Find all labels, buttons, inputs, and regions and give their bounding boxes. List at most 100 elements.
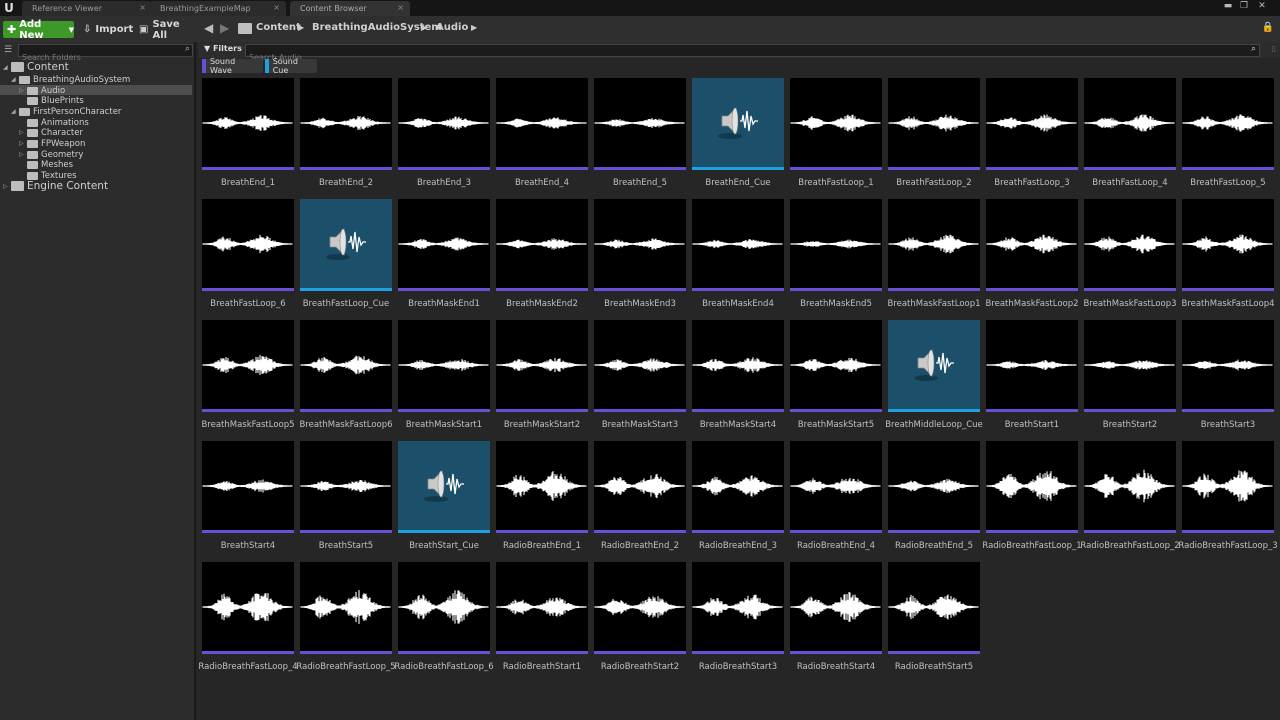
asset-tile[interactable]: BreathFastLoop_5 <box>1178 74 1274 188</box>
chevron-right-icon[interactable]: ▶ <box>421 23 427 32</box>
asset-thumbnail[interactable] <box>790 199 882 291</box>
asset-tile[interactable]: BreathStart3 <box>1178 316 1274 430</box>
asset-thumbnail[interactable] <box>202 441 294 533</box>
asset-thumbnail[interactable] <box>692 441 784 533</box>
asset-tile[interactable]: BreathEnd_Cue <box>688 74 784 188</box>
asset-tile[interactable]: RadioBreathEnd_5 <box>884 437 980 551</box>
asset-tile[interactable]: BreathEnd_4 <box>492 74 588 188</box>
asset-thumbnail[interactable] <box>398 78 490 170</box>
asset-thumbnail[interactable] <box>594 78 686 170</box>
asset-thumbnail[interactable] <box>496 562 588 654</box>
tree-item[interactable]: ◢ FirstPersonCharacter <box>11 106 121 117</box>
asset-tile[interactable]: BreathMaskEnd5 <box>786 195 882 309</box>
asset-tile[interactable]: RadioBreathStart5 <box>884 558 980 672</box>
sources-toggle-icon[interactable]: ☰ <box>4 45 16 56</box>
asset-tile[interactable]: BreathStart4 <box>198 437 294 551</box>
asset-tile[interactable]: BreathMaskStart1 <box>394 316 490 430</box>
tab-reference-viewer[interactable]: Reference Viewer × <box>22 1 152 16</box>
asset-tile[interactable]: BreathMaskStart3 <box>590 316 686 430</box>
asset-thumbnail[interactable] <box>692 320 784 412</box>
asset-tile[interactable]: RadioBreathFastLoop_4 <box>198 558 298 672</box>
asset-thumbnail[interactable] <box>594 562 686 654</box>
asset-tile[interactable]: BreathMaskEnd3 <box>590 195 686 309</box>
asset-tile[interactable]: BreathMaskStart5 <box>786 316 882 430</box>
collapsed-arrow-icon[interactable]: ▷ <box>19 129 26 136</box>
import-button[interactable]: ⇩ Import <box>83 21 133 38</box>
maximize-icon[interactable]: ❐ <box>1238 1 1250 12</box>
asset-thumbnail[interactable] <box>1084 199 1176 291</box>
chevron-right-icon[interactable]: ▶ <box>298 23 304 32</box>
asset-tile[interactable]: RadioBreathFastLoop_3 <box>1178 437 1278 551</box>
asset-thumbnail[interactable] <box>594 199 686 291</box>
asset-tile[interactable]: BreathMaskFastLoop4 <box>1178 195 1275 309</box>
tab-breathing-example-map[interactable]: BreathingExampleMap × <box>150 1 286 16</box>
asset-tile[interactable]: BreathMaskEnd1 <box>394 195 490 309</box>
close-window-icon[interactable]: ✕ <box>1256 1 1268 12</box>
asset-tile[interactable]: BreathFastLoop_1 <box>786 74 882 188</box>
asset-tile[interactable]: BreathFastLoop_3 <box>982 74 1078 188</box>
asset-tile[interactable]: BreathMaskFastLoop2 <box>982 195 1079 309</box>
asset-thumbnail[interactable] <box>692 78 784 170</box>
asset-tile[interactable]: BreathStart5 <box>296 437 392 551</box>
asset-thumbnail[interactable] <box>496 320 588 412</box>
forward-arrow-icon[interactable]: ▶ <box>220 21 229 35</box>
asset-thumbnail[interactable] <box>1182 320 1274 412</box>
asset-tile[interactable]: BreathMiddleLoop_Cue <box>884 316 983 430</box>
asset-tile[interactable]: RadioBreathFastLoop_6 <box>394 558 494 672</box>
asset-tile[interactable]: BreathFastLoop_4 <box>1080 74 1176 188</box>
asset-thumbnail[interactable] <box>1182 78 1274 170</box>
asset-thumbnail[interactable] <box>300 441 392 533</box>
asset-tile[interactable]: BreathEnd_3 <box>394 74 490 188</box>
asset-thumbnail[interactable] <box>986 199 1078 291</box>
tree-item[interactable]: ▷ Engine Content <box>3 179 108 193</box>
asset-thumbnail[interactable] <box>692 199 784 291</box>
asset-thumbnail[interactable] <box>888 320 980 412</box>
expanded-arrow-icon[interactable]: ◢ <box>3 64 10 71</box>
asset-thumbnail[interactable] <box>398 562 490 654</box>
asset-thumbnail[interactable] <box>986 320 1078 412</box>
asset-thumbnail[interactable] <box>1084 320 1176 412</box>
collapsed-arrow-icon[interactable]: ▷ <box>3 183 10 190</box>
asset-thumbnail[interactable] <box>1084 441 1176 533</box>
asset-thumbnail[interactable] <box>300 78 392 170</box>
asset-tile[interactable]: RadioBreathEnd_3 <box>688 437 784 551</box>
asset-tile[interactable]: BreathMaskFastLoop3 <box>1080 195 1177 309</box>
asset-tile[interactable]: RadioBreathStart3 <box>688 558 784 672</box>
asset-tile[interactable]: RadioBreathEnd_1 <box>492 437 588 551</box>
asset-thumbnail[interactable] <box>888 78 980 170</box>
asset-thumbnail[interactable] <box>300 320 392 412</box>
asset-tile[interactable]: RadioBreathEnd_4 <box>786 437 882 551</box>
asset-thumbnail[interactable] <box>986 78 1078 170</box>
add-new-button[interactable]: ✚ Add New ▼ <box>3 19 74 41</box>
asset-thumbnail[interactable] <box>496 78 588 170</box>
asset-thumbnail[interactable] <box>790 78 882 170</box>
lock-icon[interactable]: ▯ <box>1272 44 1276 53</box>
asset-tile[interactable]: BreathMaskEnd4 <box>688 195 784 309</box>
asset-thumbnail[interactable] <box>692 562 784 654</box>
close-icon[interactable]: × <box>273 3 280 12</box>
tree-item[interactable]: BluePrints <box>19 95 84 106</box>
asset-tile[interactable]: BreathEnd_1 <box>198 74 294 188</box>
asset-thumbnail[interactable] <box>496 441 588 533</box>
asset-tile[interactable]: RadioBreathStart1 <box>492 558 588 672</box>
collapsed-arrow-icon[interactable]: ▷ <box>19 87 26 94</box>
collapsed-arrow-icon[interactable]: ▷ <box>19 140 26 147</box>
asset-tile[interactable]: BreathStart2 <box>1080 316 1176 430</box>
asset-tile[interactable]: RadioBreathFastLoop_2 <box>1080 437 1180 551</box>
asset-thumbnail[interactable] <box>398 320 490 412</box>
asset-thumbnail[interactable] <box>986 441 1078 533</box>
back-arrow-icon[interactable]: ◀ <box>204 21 213 35</box>
tree-item[interactable]: ▷ Character <box>19 127 83 138</box>
save-all-button[interactable]: ▣ Save All <box>139 19 196 41</box>
asset-tile[interactable]: BreathFastLoop_6 <box>198 195 294 309</box>
asset-tile[interactable]: BreathFastLoop_Cue <box>296 195 392 309</box>
tree-item[interactable]: ▷ FPWeapon <box>19 138 85 149</box>
asset-tile[interactable]: RadioBreathStart4 <box>786 558 882 672</box>
asset-thumbnail[interactable] <box>300 562 392 654</box>
asset-thumbnail[interactable] <box>594 441 686 533</box>
asset-thumbnail[interactable] <box>398 441 490 533</box>
asset-tile[interactable]: BreathMaskStart4 <box>688 316 784 430</box>
asset-tile[interactable]: BreathMaskEnd2 <box>492 195 588 309</box>
asset-thumbnail[interactable] <box>888 562 980 654</box>
asset-tile[interactable]: BreathMaskFastLoop1 <box>884 195 981 309</box>
